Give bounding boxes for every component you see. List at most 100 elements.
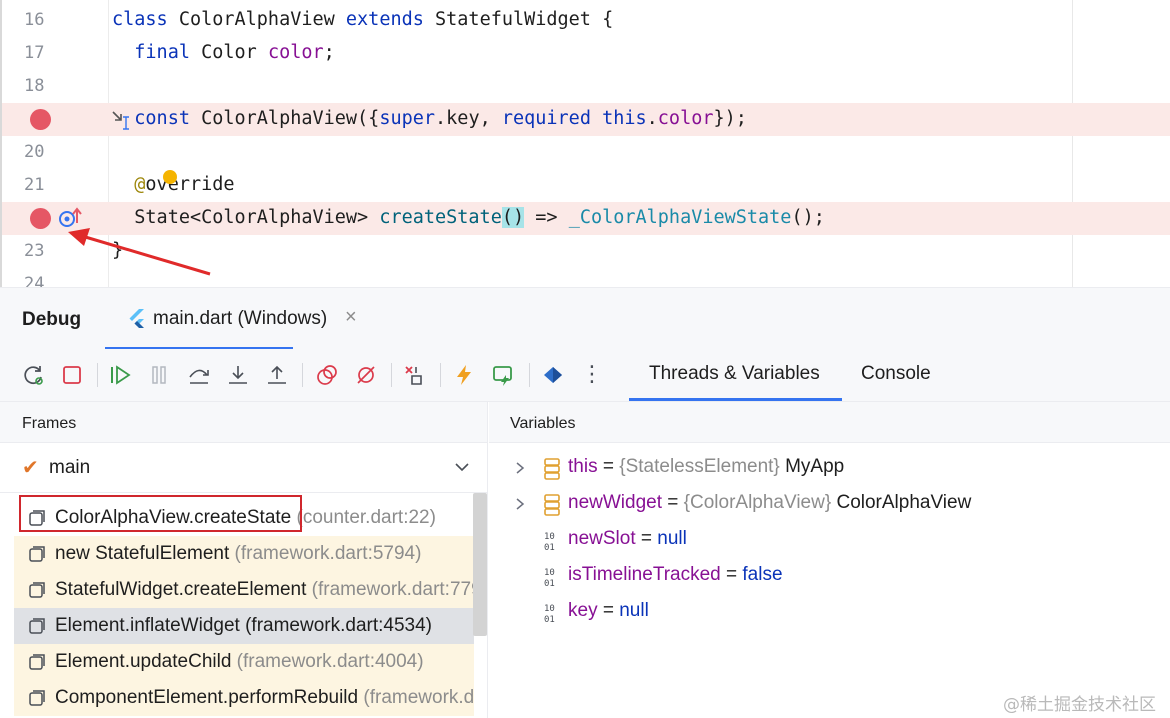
chevron-right-icon[interactable] bbox=[513, 497, 527, 511]
code-token: required this bbox=[501, 108, 647, 129]
code-token: => bbox=[524, 207, 569, 228]
debug-tool-window-header: Debug main.dart (Windows) × bbox=[0, 287, 1170, 350]
variable-value: ColorAlphaView bbox=[836, 492, 972, 513]
variable-name: newSlot bbox=[568, 528, 636, 549]
frame-method: StatefulWidget.createElement bbox=[55, 579, 307, 600]
resume-icon[interactable] bbox=[108, 363, 132, 387]
watermark: @稀土掘金技术社区 bbox=[1003, 695, 1156, 715]
code-editor[interactable]: 16 class ColorAlphaView extends Stateful… bbox=[0, 0, 1170, 287]
toolbar-separator bbox=[529, 363, 530, 387]
object-icon bbox=[543, 458, 561, 480]
variable-name: this bbox=[568, 456, 598, 477]
frame-label: Element.inflateWidget (framework.dart:45… bbox=[55, 615, 432, 637]
variable-row[interactable]: this = {StatelessElement} MyApp bbox=[489, 450, 1170, 486]
variable-eq: = bbox=[597, 600, 620, 621]
primitive-icon: 10 01 bbox=[543, 530, 561, 553]
frame-item-selected[interactable]: Element.inflateWidget (framework.dart:45… bbox=[14, 608, 474, 644]
stop-icon[interactable] bbox=[60, 363, 84, 387]
variable-value: false bbox=[742, 564, 783, 585]
variable-text: newWidget = {ColorAlphaView} ColorAlphaV… bbox=[568, 492, 971, 514]
variable-name: newWidget bbox=[568, 492, 662, 513]
frame-method: ComponentElement.performRebuild bbox=[55, 687, 359, 708]
step-out-icon[interactable] bbox=[265, 363, 289, 387]
variable-eq: = bbox=[662, 492, 684, 513]
svg-text:10: 10 bbox=[544, 532, 555, 542]
frame-location: (framework.dart:779) bbox=[311, 579, 474, 600]
chevron-down-icon[interactable] bbox=[454, 459, 470, 475]
frame-location: (framework.dart:5794) bbox=[234, 543, 422, 564]
frame-label: StatefulWidget.createElement (framework.… bbox=[55, 579, 474, 601]
thread-selector[interactable]: ✔ main bbox=[0, 443, 487, 493]
frame-icon bbox=[28, 653, 46, 671]
mute-breakpoints-icon[interactable] bbox=[354, 363, 378, 387]
view-breakpoints-icon[interactable] bbox=[315, 363, 339, 387]
frame-location: (framework.dart:4004) bbox=[236, 651, 424, 672]
variable-row[interactable]: 10 01 newSlot = null bbox=[489, 522, 1170, 558]
frame-label: ComponentElement.performRebuild (framewo… bbox=[55, 687, 474, 709]
primitive-icon: 10 01 bbox=[543, 602, 561, 625]
hot-reload-icon[interactable] bbox=[452, 363, 476, 387]
frame-icon bbox=[28, 689, 46, 707]
code-token: _ColorAlphaViewState bbox=[568, 207, 792, 228]
more-options-icon[interactable]: ⋮ bbox=[580, 361, 604, 386]
tab-threads-variables[interactable]: Threads & Variables bbox=[649, 363, 820, 385]
variable-text: key = null bbox=[568, 600, 649, 622]
toolbar-separator bbox=[302, 363, 303, 387]
variable-value: MyApp bbox=[785, 456, 845, 477]
svg-text:01: 01 bbox=[544, 543, 555, 552]
frames-scrollbar[interactable] bbox=[473, 493, 487, 636]
code-token: ; bbox=[323, 42, 335, 63]
variable-name: isTimelineTracked bbox=[568, 564, 721, 585]
variable-type: {StatelessElement} bbox=[619, 456, 786, 477]
drop-frame-icon[interactable] bbox=[403, 363, 427, 387]
variable-eq: = bbox=[720, 564, 743, 585]
frame-icon bbox=[28, 617, 46, 635]
frame-location: (framework.dart:4801) bbox=[363, 687, 474, 708]
variable-text: this = {StatelessElement} MyApp bbox=[568, 456, 844, 478]
object-icon bbox=[543, 494, 561, 516]
variables-panel: Variables this = {StatelessElement} MyAp… bbox=[489, 402, 1170, 718]
svg-text:10: 10 bbox=[544, 604, 555, 614]
debug-title: Debug bbox=[22, 309, 82, 330]
chevron-right-icon[interactable] bbox=[513, 461, 527, 475]
frame-item[interactable]: ComponentElement.performRebuild (framewo… bbox=[14, 680, 474, 716]
variable-row[interactable]: 10 01 isTimelineTracked = false bbox=[489, 558, 1170, 594]
frame-item[interactable]: new StatefulElement (framework.dart:5794… bbox=[14, 536, 474, 572]
rerun-icon[interactable] bbox=[22, 363, 46, 387]
frame-location: (framework.dart:4534) bbox=[245, 615, 433, 636]
step-into-icon[interactable] bbox=[226, 363, 250, 387]
frame-method: new StatefulElement bbox=[55, 543, 230, 564]
frame-icon bbox=[28, 545, 46, 563]
frame-item[interactable]: Element.updateChild (framework.dart:4004… bbox=[14, 644, 474, 680]
thread-name: main bbox=[49, 457, 91, 478]
variable-text: isTimelineTracked = false bbox=[568, 564, 783, 586]
session-tab-label: main.dart (Windows) bbox=[153, 308, 328, 329]
step-over-icon[interactable] bbox=[187, 363, 211, 387]
frames-panel: Frames ✔ main ColorAlphaView.createState… bbox=[0, 402, 488, 718]
svg-text:10: 10 bbox=[544, 568, 555, 578]
variable-row[interactable]: 10 01 key = null bbox=[489, 594, 1170, 630]
code-token: color bbox=[657, 108, 714, 129]
variable-type: {ColorAlphaView} bbox=[683, 492, 837, 513]
tab-debug-session[interactable]: main.dart (Windows) bbox=[105, 288, 327, 350]
flutter-icon bbox=[127, 308, 145, 330]
primitive-icon: 10 01 bbox=[543, 566, 561, 589]
code-token: super bbox=[379, 108, 436, 129]
tab-console[interactable]: Console bbox=[861, 363, 931, 385]
code-token: color bbox=[267, 42, 324, 63]
frame-method: Element.inflateWidget bbox=[55, 615, 240, 636]
variable-value: null bbox=[657, 528, 687, 549]
frame-item[interactable]: StatefulWidget.createElement (framework.… bbox=[14, 572, 474, 608]
close-icon[interactable]: × bbox=[345, 306, 357, 329]
variable-text: newSlot = null bbox=[568, 528, 687, 550]
code-token: .key, bbox=[435, 108, 502, 129]
frame-label: Element.updateChild (framework.dart:4004… bbox=[55, 651, 424, 673]
highlight-box bbox=[19, 495, 302, 532]
devtools-icon[interactable] bbox=[541, 363, 565, 387]
code-token: extends bbox=[345, 9, 436, 30]
hot-restart-icon[interactable] bbox=[491, 363, 515, 387]
code-token: () bbox=[501, 207, 525, 228]
pause-icon[interactable] bbox=[147, 363, 171, 387]
frame-icon bbox=[28, 581, 46, 599]
variable-row[interactable]: newWidget = {ColorAlphaView} ColorAlphaV… bbox=[489, 486, 1170, 522]
